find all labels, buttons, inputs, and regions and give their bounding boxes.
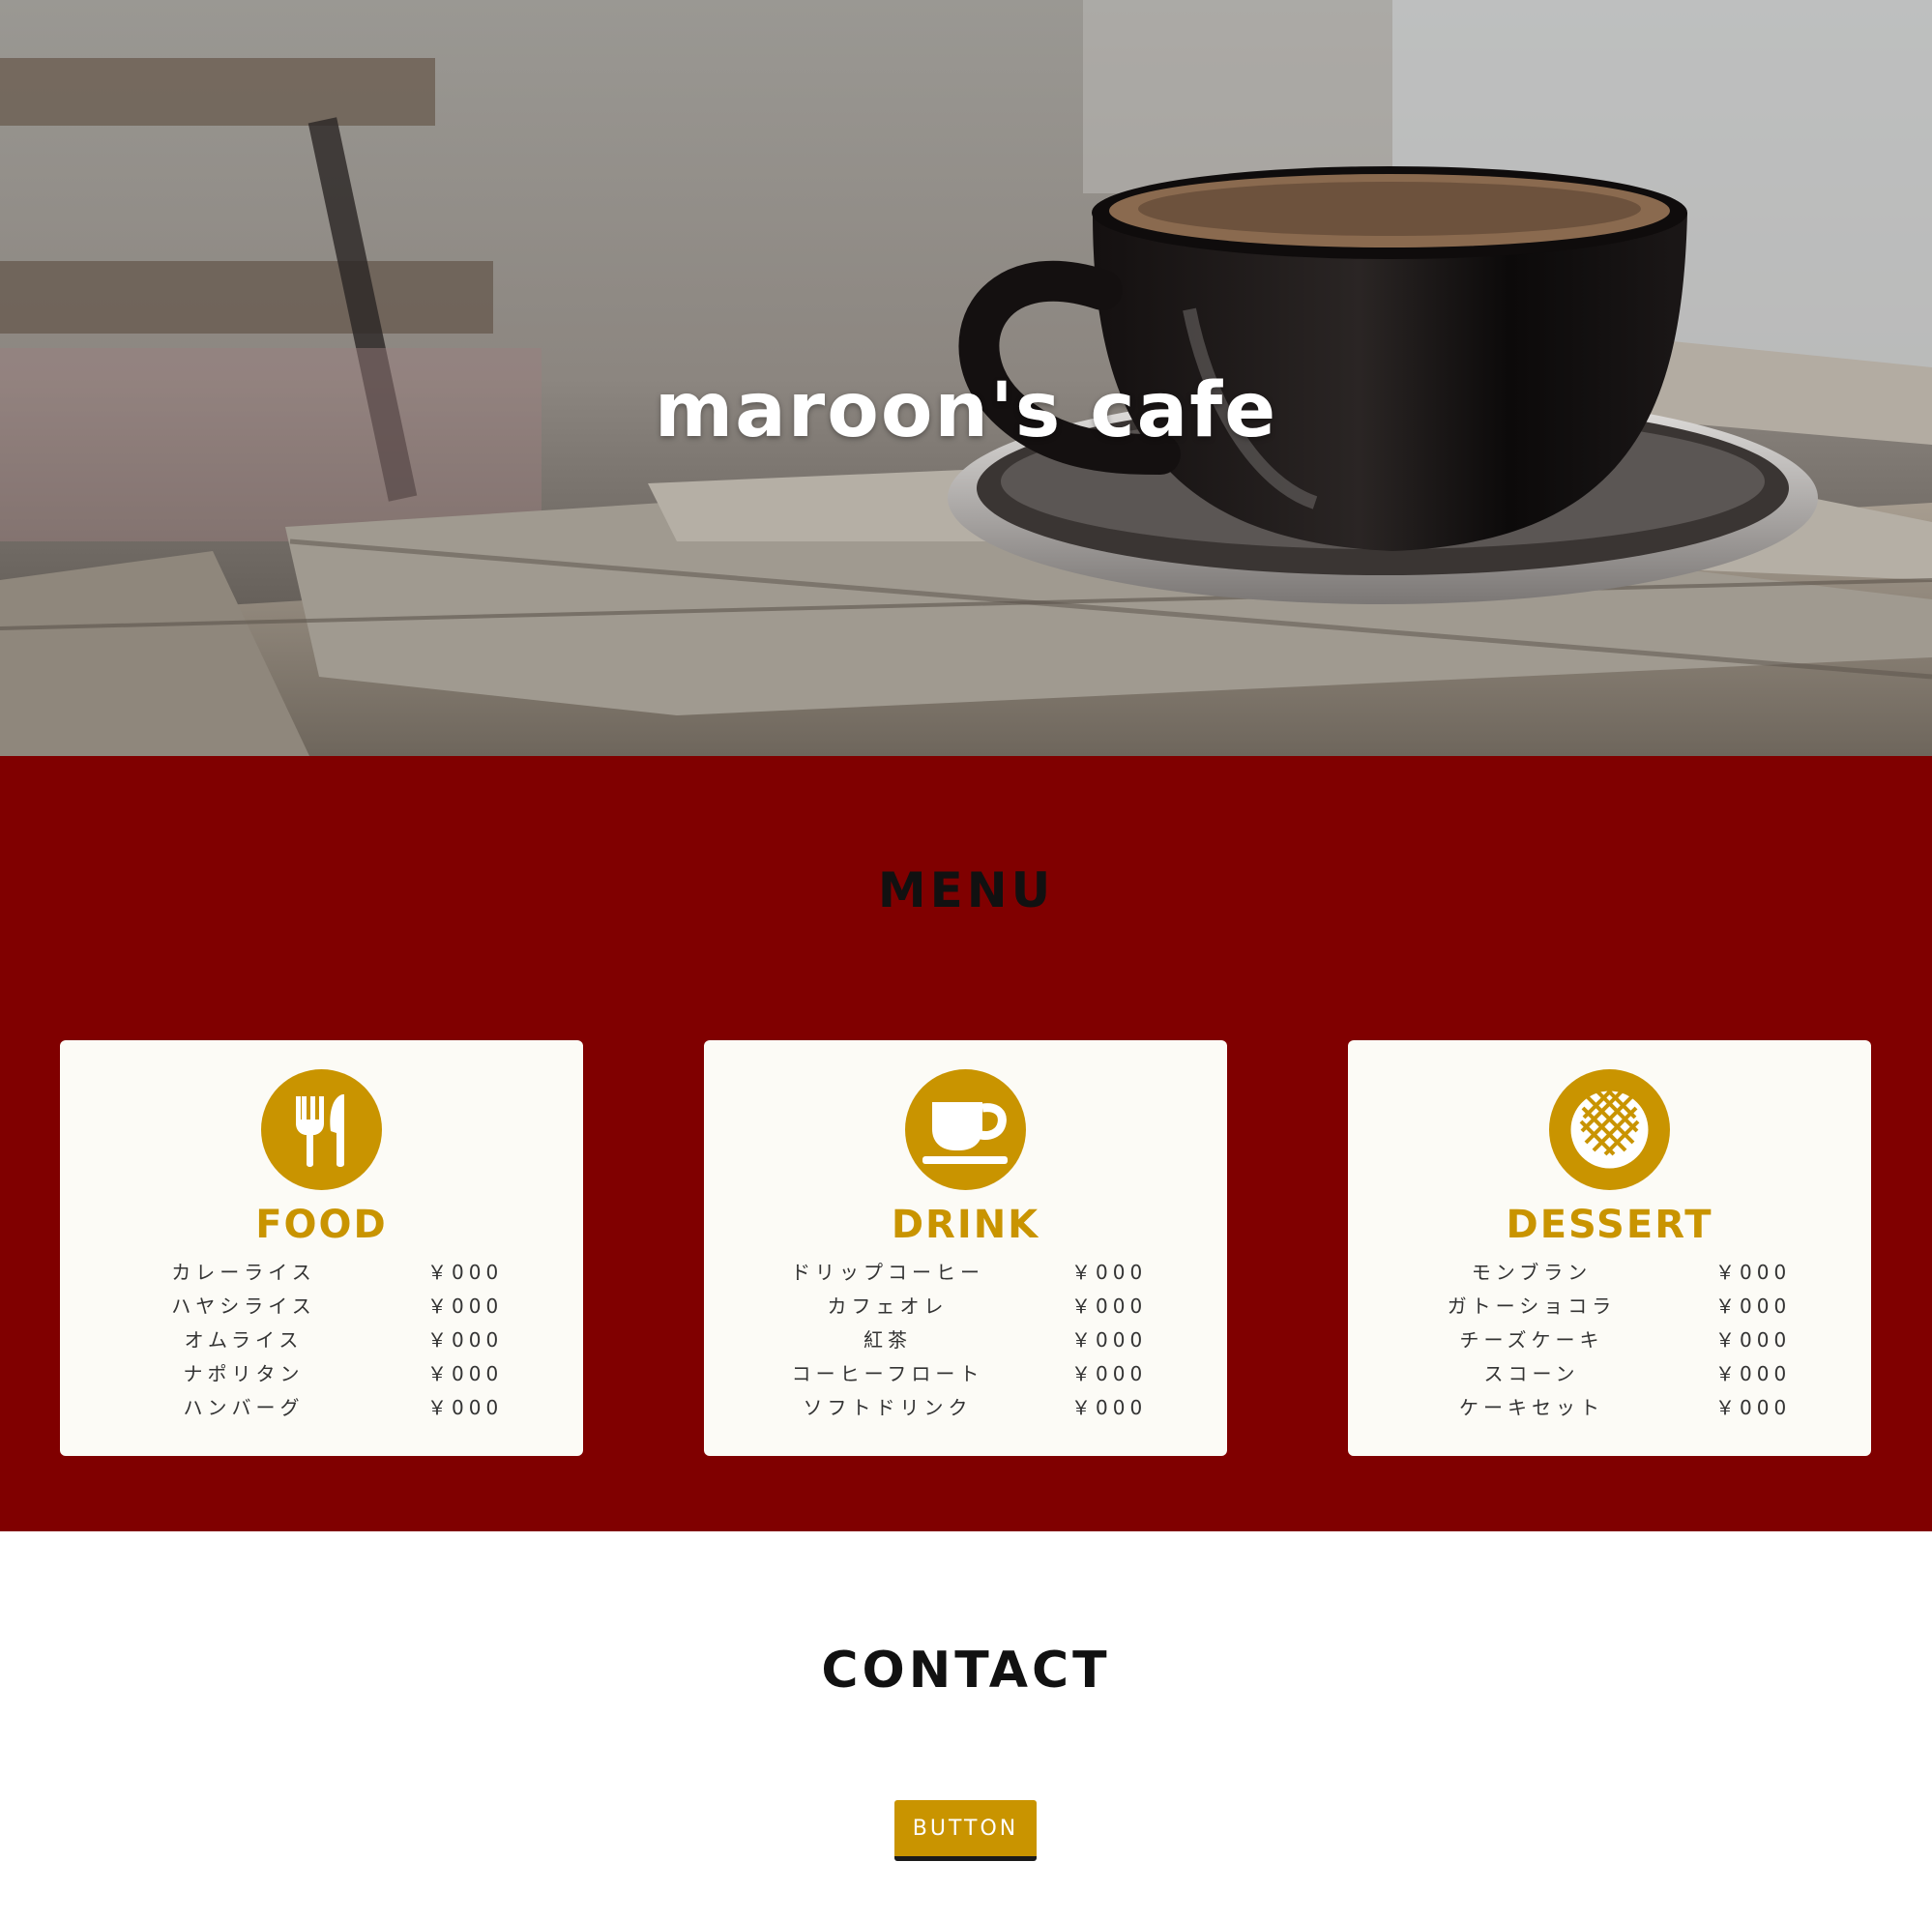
item-name: ガトーショコラ xyxy=(1447,1295,1617,1318)
item-name: 紅茶 xyxy=(864,1328,912,1352)
hero-title: maroon's cafe xyxy=(654,367,1278,454)
contact-button[interactable]: BUTTON xyxy=(894,1800,1037,1861)
item-price: ￥000 xyxy=(1071,1261,1148,1284)
menu-title: MENU xyxy=(877,862,1055,918)
menu-item: ハヤシライス ￥000 xyxy=(60,1289,583,1323)
menu-card-drink: DRINK ドリップコーヒー ￥000 カフェオレ ￥000 紅茶 ￥000 コーヒー… xyxy=(704,1040,1227,1456)
contact-section: CONTACT BUTTON xyxy=(0,1531,1932,1920)
menu-item: チーズケーキ ￥000 xyxy=(1348,1323,1871,1356)
item-name: ハヤシライス xyxy=(171,1295,316,1318)
hero-section: maroon's cafe xyxy=(0,0,1932,756)
menu-card-dessert: DESSERT モンブラン ￥000 ガトーショコラ ￥000 チーズケーキ ￥000… xyxy=(1348,1040,1871,1456)
item-price: ￥000 xyxy=(427,1261,504,1284)
item-price: ￥000 xyxy=(1071,1295,1148,1318)
item-price: ￥000 xyxy=(1715,1261,1792,1284)
coffee-cup-icon xyxy=(905,1069,1026,1190)
menu-item: ソフトドリンク ￥000 xyxy=(704,1390,1227,1424)
item-price: ￥000 xyxy=(1715,1396,1792,1419)
card-title: DESSERT xyxy=(1506,1203,1713,1247)
item-name: スコーン xyxy=(1483,1362,1580,1385)
item-name: モンブラン xyxy=(1471,1261,1593,1284)
menu-item: ナポリタン ￥000 xyxy=(60,1356,583,1390)
page: maroon's cafe MENU FOOD カレーライス ￥000 ハヤシライ… xyxy=(0,0,1932,1920)
item-name: チーズケーキ xyxy=(1459,1328,1604,1352)
item-price: ￥000 xyxy=(1715,1295,1792,1318)
menu-list: ドリップコーヒー ￥000 カフェオレ ￥000 紅茶 ￥000 コーヒーフロート ￥0… xyxy=(704,1255,1227,1424)
item-price: ￥000 xyxy=(1071,1396,1148,1419)
menu-list: モンブラン ￥000 ガトーショコラ ￥000 チーズケーキ ￥000 スコーン ￥00… xyxy=(1348,1255,1871,1424)
item-price: ￥000 xyxy=(427,1362,504,1385)
menu-item: ドリップコーヒー ￥000 xyxy=(704,1255,1227,1289)
menu-item: ハンバーグ ￥000 xyxy=(60,1390,583,1424)
item-name: コーヒーフロート xyxy=(791,1362,984,1385)
item-name: ナポリタン xyxy=(183,1362,305,1385)
contact-title: CONTACT xyxy=(821,1642,1111,1700)
item-name: ドリップコーヒー xyxy=(791,1261,984,1284)
menu-section: MENU FOOD カレーライス ￥000 ハヤシライス ￥000 オムライス ￥00… xyxy=(0,756,1932,1531)
menu-card-food: FOOD カレーライス ￥000 ハヤシライス ￥000 オムライス ￥000 ナポリ… xyxy=(60,1040,583,1456)
menu-item: スコーン ￥000 xyxy=(1348,1356,1871,1390)
item-price: ￥000 xyxy=(427,1396,504,1419)
menu-item: オムライス ￥000 xyxy=(60,1323,583,1356)
item-price: ￥000 xyxy=(427,1295,504,1318)
menu-item: カフェオレ ￥000 xyxy=(704,1289,1227,1323)
menu-item: 紅茶 ￥000 xyxy=(704,1323,1227,1356)
item-name: カレーライス xyxy=(171,1261,316,1284)
menu-item: カレーライス ￥000 xyxy=(60,1255,583,1289)
menu-item: ガトーショコラ ￥000 xyxy=(1348,1289,1871,1323)
waffle-icon xyxy=(1549,1069,1670,1190)
item-price: ￥000 xyxy=(1715,1328,1792,1352)
item-price: ￥000 xyxy=(1071,1362,1148,1385)
item-price: ￥000 xyxy=(1071,1328,1148,1352)
card-title: DRINK xyxy=(891,1203,1040,1247)
item-name: ケーキセット xyxy=(1459,1396,1604,1419)
card-title: FOOD xyxy=(255,1203,388,1247)
item-price: ￥000 xyxy=(1715,1362,1792,1385)
item-price: ￥000 xyxy=(427,1328,504,1352)
item-name: カフェオレ xyxy=(827,1295,949,1318)
fork-knife-icon xyxy=(261,1069,382,1190)
item-name: ハンバーグ xyxy=(183,1396,305,1419)
menu-item: ケーキセット ￥000 xyxy=(1348,1390,1871,1424)
item-name: ソフトドリンク xyxy=(803,1396,973,1419)
item-name: オムライス xyxy=(184,1328,304,1352)
menu-list: カレーライス ￥000 ハヤシライス ￥000 オムライス ￥000 ナポリタン ￥00… xyxy=(60,1255,583,1424)
menu-item: モンブラン ￥000 xyxy=(1348,1255,1871,1289)
menu-item: コーヒーフロート ￥000 xyxy=(704,1356,1227,1390)
